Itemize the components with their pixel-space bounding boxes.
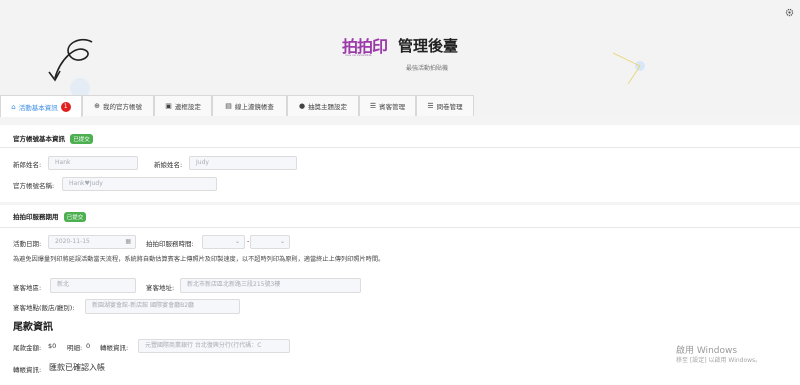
- gear-icon[interactable]: [785, 8, 794, 17]
- balance-amount-value: $0: [48, 342, 57, 350]
- header: 拍拍印 nice ve incredible 管理後臺 最強活動拍貼機: [0, 0, 800, 95]
- notification-badge: 1: [60, 101, 71, 112]
- account-name-label: 官方帳號名稱:: [13, 182, 55, 190]
- tab-label: 邊框設定: [174, 103, 201, 111]
- tab-survey-management[interactable]: ☰ 問卷管理: [416, 95, 474, 116]
- venue-hall-label: 宴客地點(飯店/廳別):: [13, 304, 75, 312]
- tab-label: 活動基本資訊: [18, 103, 58, 112]
- apple-icon: ●: [298, 102, 306, 110]
- transfer-label: 轉帳資訊:: [100, 344, 129, 352]
- transfer-status-label: 轉帳資訊:: [13, 366, 42, 374]
- account-name-input[interactable]: Hank♥Judy: [62, 177, 217, 191]
- users-icon: ☰: [369, 102, 377, 110]
- event-date-value: 2020-11-15: [55, 238, 90, 245]
- tab-frame-settings[interactable]: ▣ 邊框設定: [154, 95, 212, 116]
- chevron-down-icon: ⌄: [279, 238, 285, 245]
- official-account-panel: 官方帳號基本資訊 已提交 新郎姓名: Hank 新娘姓名: Judy 官方帳號名…: [0, 125, 800, 202]
- transfer-info-input[interactable]: 元豐國際商業銀行 台北復興分行(行代碼：C: [138, 339, 290, 353]
- section-title: 拍拍印服務期用 已提交: [13, 211, 87, 222]
- groom-name-input[interactable]: Hank: [48, 156, 138, 170]
- page-title: 管理後臺: [398, 37, 459, 55]
- venue-address-input[interactable]: 新北市新店區北新路三段215號3樓: [180, 278, 361, 293]
- transfer-status-value: 匯款已確認入帳: [49, 363, 105, 372]
- tab-guest-management[interactable]: ☰ 賓客管理: [359, 95, 416, 116]
- chevron-down-icon: ⌄: [234, 238, 240, 245]
- tab-bar: ⌂ 活動基本資訊 1 ⊕ 我的官方帳號 ▣ 邊框設定 ▤ 線上濾鏡帳查 ● 抽獎…: [0, 95, 800, 117]
- balance-title: 尾款資訊: [13, 322, 53, 333]
- detail-label: 明細:: [67, 344, 83, 352]
- tab-label: 我的官方帳號: [102, 103, 142, 111]
- service-note: 為避免因爆量列印將延誤活動當天流程，系統將自動估算賓客上傳照片及印製速度，以不超…: [13, 256, 385, 263]
- bride-name-input[interactable]: Judy: [189, 156, 297, 170]
- event-date-input[interactable]: 2020-11-15 ▦: [48, 235, 136, 249]
- calendar-icon: ▦: [125, 238, 131, 245]
- groom-label: 新郎姓名:: [13, 161, 42, 169]
- document-icon: ▤: [225, 102, 232, 110]
- logo-subtext: nice ve incredible: [345, 53, 372, 57]
- detail-value: 0: [86, 342, 91, 350]
- venue-region-input[interactable]: 新北: [50, 278, 136, 293]
- tab-event-info[interactable]: ⌂ 活動基本資訊 1: [0, 95, 82, 117]
- section-title-text: 官方帳號基本資訊: [13, 135, 65, 143]
- tab-label: 賓客管理: [379, 103, 406, 111]
- event-date-label: 活動日期:: [13, 240, 42, 248]
- section-title-text: 拍拍印服務期用: [13, 213, 59, 221]
- tab-label: 抽獎主題設定: [308, 103, 348, 111]
- tab-official-account[interactable]: ⊕ 我的官方帳號: [82, 95, 154, 116]
- service-time-label: 拍拍印服務時間:: [146, 240, 194, 248]
- venue-region-label: 宴客地區:: [13, 284, 42, 292]
- tab-label: 問卷管理: [436, 103, 463, 111]
- end-time-select[interactable]: ⌄: [250, 235, 290, 249]
- bride-label: 新娘姓名:: [154, 161, 183, 169]
- frame-icon: ▣: [165, 102, 172, 110]
- home-icon: ⌂: [11, 102, 16, 111]
- time-separator: -: [247, 237, 250, 245]
- tab-online-filter[interactable]: ▤ 線上濾鏡帳查: [212, 95, 287, 116]
- windows-activation-hint: 移至 [設定] 以啟用 Windows。: [676, 357, 762, 364]
- tab-label: 線上濾鏡帳查: [234, 103, 274, 111]
- venue-hall-input[interactable]: 新園湖宴會館-新店館 國際宴會廳B2廳: [85, 299, 240, 314]
- users-icon: ☰: [427, 102, 434, 110]
- section-title: 官方帳號基本資訊 已提交: [13, 133, 93, 144]
- status-tag: 已提交: [63, 212, 87, 222]
- divider: [0, 147, 800, 148]
- venue-address-label: 宴客地址:: [146, 284, 175, 292]
- balance-amount-label: 尾款金額:: [13, 344, 42, 352]
- page-subtitle: 最強活動拍貼機: [406, 65, 449, 72]
- tab-lottery-theme[interactable]: ● 抽獎主題設定: [287, 95, 359, 116]
- status-tag: 已提交: [70, 134, 93, 144]
- divider: [0, 227, 800, 228]
- start-time-select[interactable]: ⌄: [202, 235, 245, 249]
- globe-icon: ⊕: [94, 102, 100, 110]
